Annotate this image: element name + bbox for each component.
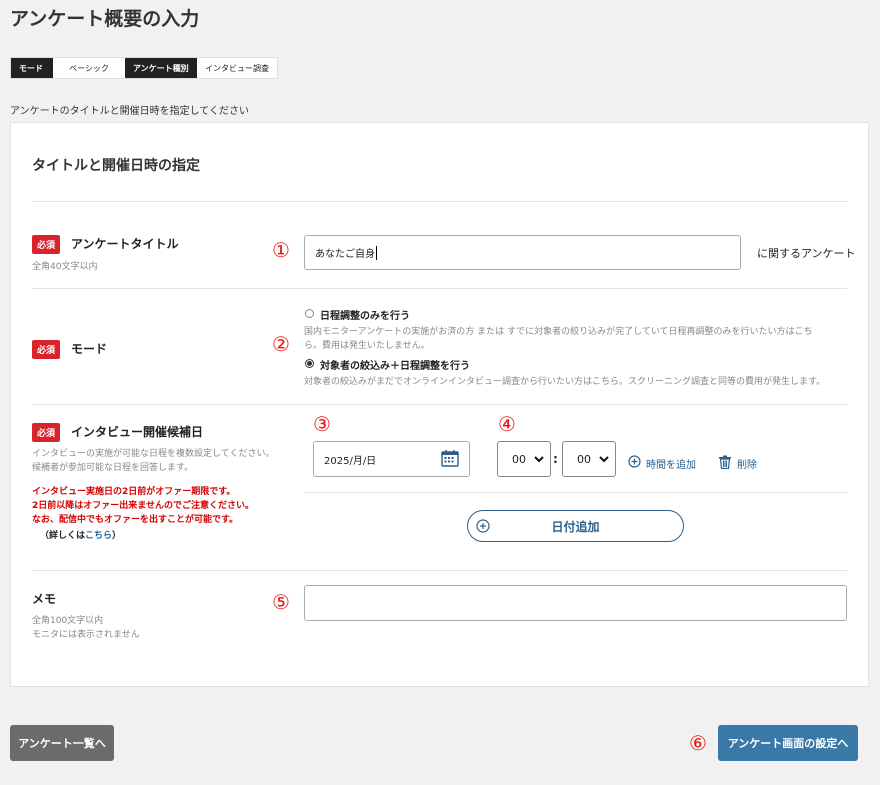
required-badge: 必須	[32, 423, 61, 442]
tag-mode: モード	[11, 58, 53, 78]
divider	[32, 570, 847, 571]
radio-schedule-only-desc-1: 国内モニターアンケートの実施がお済の方 または すでに対象者の絞り込みが完了して…	[304, 327, 813, 337]
back-to-list-button[interactable]: アンケート一覧へ	[10, 725, 114, 761]
tag-bar: モード ベーシック アンケート種別 インタビュー調査	[10, 57, 278, 79]
interview-warning-1: インタビュー実施日の2日前がオファー期限です。	[32, 487, 236, 497]
card-title: タイトルと開催日時の指定	[32, 158, 200, 174]
marker-5: ⑤	[272, 590, 290, 614]
interview-warning-3: なお、配信中でもオファーを出すことが可能です。	[32, 515, 239, 525]
tag-basic: ベーシック	[69, 63, 109, 73]
radio-schedule-only-desc-2: ら。費用は発生いたしません。	[304, 341, 430, 351]
memo-hint-2: モニタには表示されません	[32, 630, 140, 640]
memo-input[interactable]	[304, 585, 847, 621]
marker-2: ②	[272, 332, 290, 356]
interview-warning-2: 2日前以降はオファー出来ませんのでご注意ください。	[32, 501, 254, 511]
plus-circle-icon	[476, 519, 490, 536]
marker-4: ④	[498, 412, 516, 436]
radio-filter-and-schedule[interactable]	[305, 359, 314, 368]
memo-label: メモ	[32, 592, 57, 606]
trash-icon	[718, 455, 732, 472]
interview-date-input[interactable]: 2025/月/日	[313, 441, 470, 477]
interview-date-label: インタビュー開催候補日	[71, 425, 204, 439]
add-date-button[interactable]: 日付追加	[467, 510, 684, 542]
survey-title-input[interactable]: あなたご自身	[304, 235, 741, 270]
marker-3: ③	[313, 412, 331, 436]
radio-schedule-only-label[interactable]: 日程調整のみを行う	[320, 307, 410, 322]
survey-title-label: アンケートタイトル	[71, 237, 179, 251]
delete-time-button[interactable]: 削除	[718, 455, 757, 472]
radio-filter-and-schedule-desc: 対象者の絞込みがまだでオンラインインタビュー調査から行いたい方はこちら。スクリー…	[304, 377, 826, 387]
marker-6: ⑥	[689, 731, 707, 755]
survey-title-suffix: に関するアンケート	[757, 247, 856, 260]
interview-more-info: （詳しくはこちら）	[40, 531, 122, 541]
memo-hint-1: 全角100文字以内	[32, 616, 104, 626]
chevron-down-icon	[599, 453, 609, 466]
next-survey-settings-button[interactable]: アンケート画面の設定へ	[718, 725, 858, 761]
required-badge: 必須	[32, 235, 61, 254]
text-cursor	[376, 245, 377, 260]
chevron-down-icon	[534, 453, 544, 466]
survey-title-value: あなたご自身	[315, 249, 375, 260]
add-time-button[interactable]: 時間を追加	[628, 455, 696, 471]
tag-interview: インタビュー調査	[205, 63, 269, 73]
time-separator: :	[553, 452, 558, 466]
page-title: アンケート概要の入力	[10, 8, 200, 30]
tag-survey-type: アンケート種別	[125, 58, 197, 78]
instruction-text: アンケートのタイトルと開催日時を指定してください	[10, 106, 249, 117]
plus-circle-icon	[628, 455, 641, 471]
divider	[32, 288, 847, 289]
divider	[304, 492, 847, 493]
interview-hint-1: インタビューの実施が可能な日程を複数設定してください。	[32, 449, 275, 459]
survey-title-hint: 全角40文字以内	[32, 262, 98, 272]
marker-1: ①	[272, 238, 290, 262]
hour-select[interactable]: 00	[497, 441, 551, 477]
divider	[32, 201, 847, 202]
mode-label: モード	[71, 342, 108, 356]
details-link[interactable]: こちら	[85, 531, 112, 541]
minute-select[interactable]: 00	[562, 441, 616, 477]
required-badge: 必須	[32, 340, 61, 359]
interview-hint-2: 候補者が参加可能な日程を回答します。	[32, 463, 194, 473]
interview-date-value: 2025/月/日	[324, 455, 377, 467]
radio-filter-and-schedule-label[interactable]: 対象者の絞込み＋日程調整を行う	[320, 357, 470, 372]
radio-schedule-only[interactable]	[305, 309, 314, 318]
calendar-icon[interactable]	[441, 449, 459, 470]
divider	[32, 404, 847, 405]
